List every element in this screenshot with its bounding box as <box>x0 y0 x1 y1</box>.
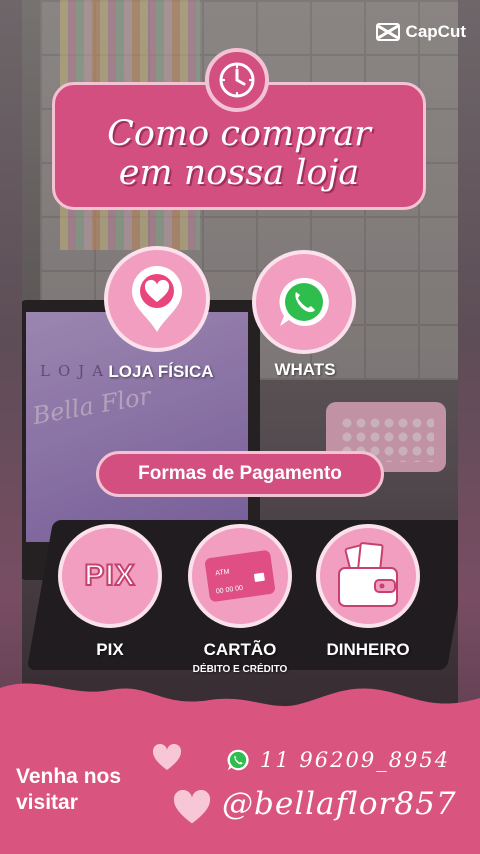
location-heart-icon <box>132 266 182 332</box>
pix-option[interactable]: PIX <box>58 524 162 628</box>
clock-icon <box>219 62 255 98</box>
visit-cta: Venha nos visitar <box>16 765 122 814</box>
loja-fisica-button[interactable] <box>104 246 210 352</box>
capcut-label: CapCut <box>405 22 466 41</box>
instagram-handle: @bellaflor857 <box>222 786 457 822</box>
capcut-logo-icon <box>375 23 400 41</box>
payment-heading: Formas de Pagamento <box>96 451 384 497</box>
pix-label: PIX <box>96 640 124 659</box>
title-line-1: Como comprar <box>107 114 371 154</box>
whats-label: WHATS <box>274 360 336 379</box>
phone-row: 11 96209_8954 <box>226 748 450 772</box>
wallet-cash-icon <box>338 542 398 607</box>
phone-number: 11 96209_8954 <box>260 748 451 772</box>
dinheiro-option[interactable] <box>316 524 420 628</box>
clock-badge <box>205 48 269 112</box>
whatsapp-small-icon <box>227 749 249 771</box>
whatsapp-icon <box>279 277 329 326</box>
capcut-watermark: CapCut <box>375 22 466 42</box>
dinheiro-label: DINHEIRO <box>326 640 410 659</box>
loja-fisica-label: LOJA FÍSICA <box>108 362 214 381</box>
whats-button[interactable] <box>252 250 356 354</box>
heart-icon <box>152 744 182 770</box>
cartao-option[interactable]: ATM 00 00 00 <box>188 524 292 628</box>
page-title: Como comprar em nossa loja <box>55 115 423 193</box>
credit-card-icon: ATM 00 00 00 <box>205 550 275 602</box>
cartao-label: CARTÃO <box>203 640 277 659</box>
pix-icon: PIX <box>83 558 136 593</box>
heart-icon-large <box>173 790 211 824</box>
title-line-2: em nossa loja <box>118 153 360 193</box>
